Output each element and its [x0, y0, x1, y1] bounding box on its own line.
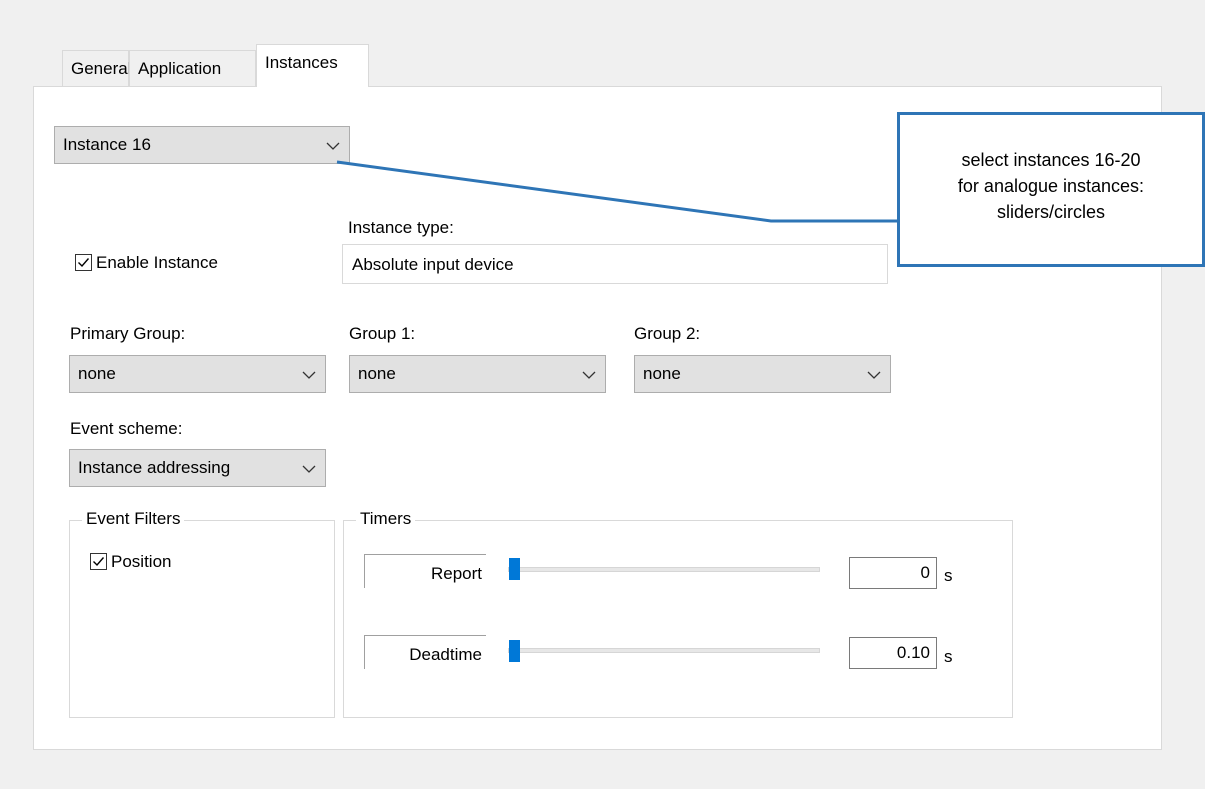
event-filters-title: Event Filters [82, 509, 185, 529]
instance-type-value: Absolute input device [352, 255, 514, 274]
enable-instance-label: Enable Instance [96, 253, 218, 272]
checkmark-icon [93, 557, 105, 567]
instance-type-field: Absolute input device [342, 244, 888, 284]
timers-title: Timers [356, 509, 416, 529]
position-label: Position [111, 552, 172, 571]
event-scheme-select[interactable]: Instance addressing [69, 449, 326, 487]
chevron-down-icon [302, 465, 316, 473]
tab-instances-label: Instances [265, 53, 338, 72]
tab-general[interactable]: General [62, 50, 132, 86]
event-filters-group: Event Filters [69, 509, 335, 718]
group2-select[interactable]: none [634, 355, 891, 393]
group1-value: none [358, 364, 396, 383]
deadtime-slider-thumb[interactable] [509, 640, 520, 662]
position-checkbox[interactable] [90, 553, 107, 570]
deadtime-unit: s [944, 647, 953, 666]
report-value-input[interactable]: 0 [849, 557, 937, 589]
tab-application[interactable]: Application [129, 50, 256, 86]
report-slider-thumb[interactable] [509, 558, 520, 580]
tab-general-label: General [71, 59, 132, 78]
group1-select[interactable]: none [349, 355, 606, 393]
group2-label: Group 2: [634, 324, 701, 343]
report-slider-track[interactable] [508, 567, 820, 572]
primary-group-value: none [78, 364, 116, 383]
callout-note: select instances 16-20 for analogue inst… [897, 112, 1205, 267]
event-scheme-label: Event scheme: [70, 419, 183, 438]
chevron-down-icon [582, 371, 596, 379]
callout-line-3: sliders/circles [996, 202, 1106, 222]
timers-group: Timers [343, 509, 1013, 718]
event-scheme-value: Instance addressing [78, 458, 231, 477]
enable-instance-checkbox[interactable] [75, 254, 92, 271]
checkmark-icon [78, 258, 90, 268]
instance-type-label: Instance type: [348, 218, 454, 237]
report-unit: s [944, 566, 953, 585]
primary-group-label: Primary Group: [70, 324, 186, 343]
tab-instances[interactable]: Instances [256, 44, 369, 87]
tab-application-label: Application [138, 59, 222, 78]
callout-line-1: select instances 16-20 [961, 150, 1141, 170]
group2-value: none [643, 364, 681, 383]
deadtime-slider-track[interactable] [508, 648, 820, 653]
instance-select-value: Instance 16 [63, 135, 151, 154]
chevron-down-icon [302, 371, 316, 379]
deadtime-label: Deadtime [364, 635, 486, 669]
primary-group-select[interactable]: none [69, 355, 326, 393]
group1-label: Group 1: [349, 324, 416, 343]
chevron-down-icon [867, 371, 881, 379]
deadtime-value-input[interactable]: 0.10 [849, 637, 937, 669]
callout-line-2: for analogue instances: [957, 176, 1145, 196]
report-label: Report [364, 554, 486, 588]
instance-select[interactable]: Instance 16 [54, 126, 350, 164]
